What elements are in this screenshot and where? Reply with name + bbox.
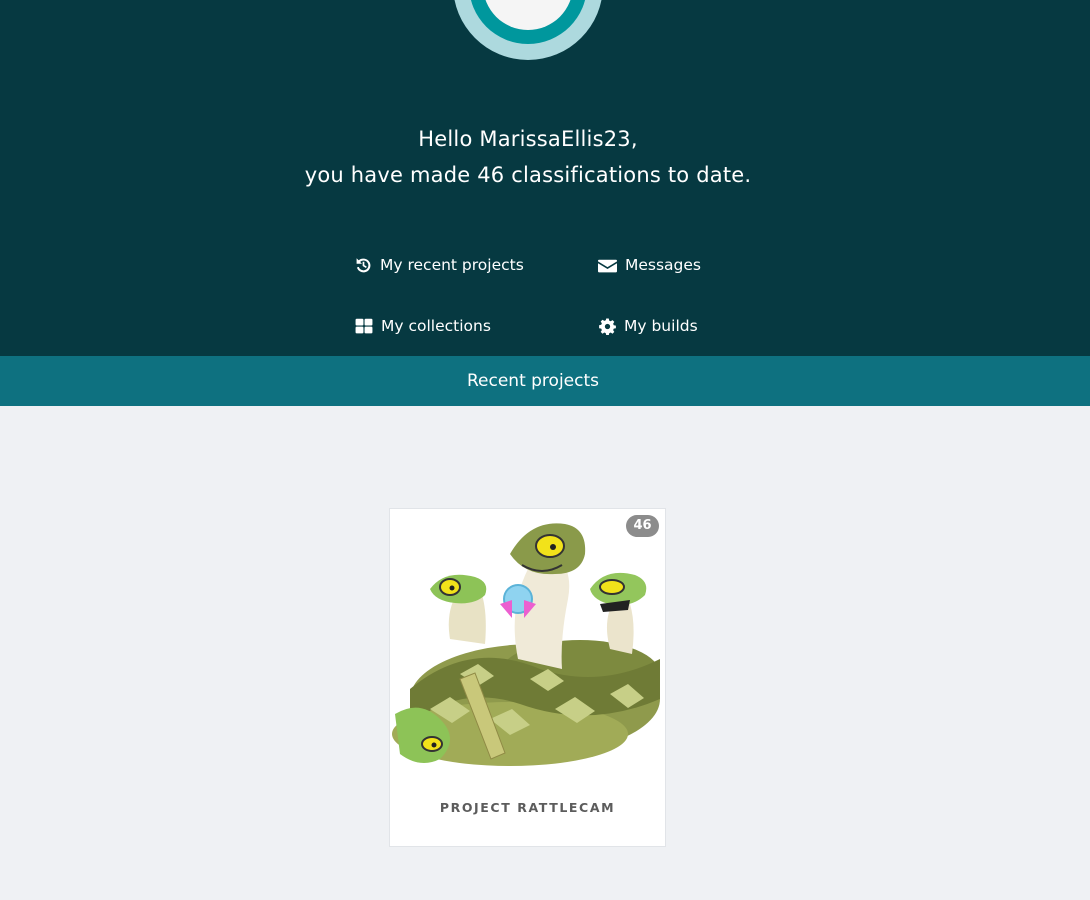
my-collections-label: My collections bbox=[381, 317, 491, 335]
project-image: 46 bbox=[390, 509, 665, 772]
grid-icon bbox=[355, 318, 373, 334]
history-icon bbox=[356, 257, 371, 272]
my-recent-projects-label: My recent projects bbox=[380, 256, 524, 274]
project-title: Project RattleCam bbox=[439, 800, 616, 815]
recent-projects-heading-bar: Recent projects bbox=[0, 356, 1090, 406]
profile-header: Hello MarissaEllis23, you have made 46 c… bbox=[0, 0, 1090, 356]
messages-link[interactable]: Messages bbox=[598, 254, 701, 276]
greeting-hello: Hello MarissaEllis23, bbox=[418, 127, 638, 151]
classification-count-badge: 46 bbox=[626, 515, 659, 537]
envelope-icon bbox=[598, 259, 617, 272]
greeting-classification-count: you have made 46 classifications to date… bbox=[304, 163, 752, 187]
rattlesnake-illustration bbox=[392, 523, 660, 766]
my-builds-link[interactable]: My builds bbox=[599, 315, 698, 337]
project-card[interactable]: 46 Project RattleCam bbox=[389, 508, 666, 847]
avatar-ring bbox=[469, 0, 587, 44]
recent-projects-heading: Recent projects bbox=[466, 371, 599, 391]
gear-icon bbox=[599, 318, 616, 335]
avatar-face bbox=[483, 0, 573, 30]
greeting: Hello MarissaEllis23, you have made 46 c… bbox=[0, 121, 1056, 193]
my-collections-link[interactable]: My collections bbox=[355, 315, 491, 337]
user-avatar[interactable] bbox=[453, 0, 603, 60]
messages-label: Messages bbox=[625, 256, 702, 274]
my-recent-projects-link[interactable]: My recent projects bbox=[355, 254, 524, 276]
my-builds-label: My builds bbox=[624, 317, 698, 335]
